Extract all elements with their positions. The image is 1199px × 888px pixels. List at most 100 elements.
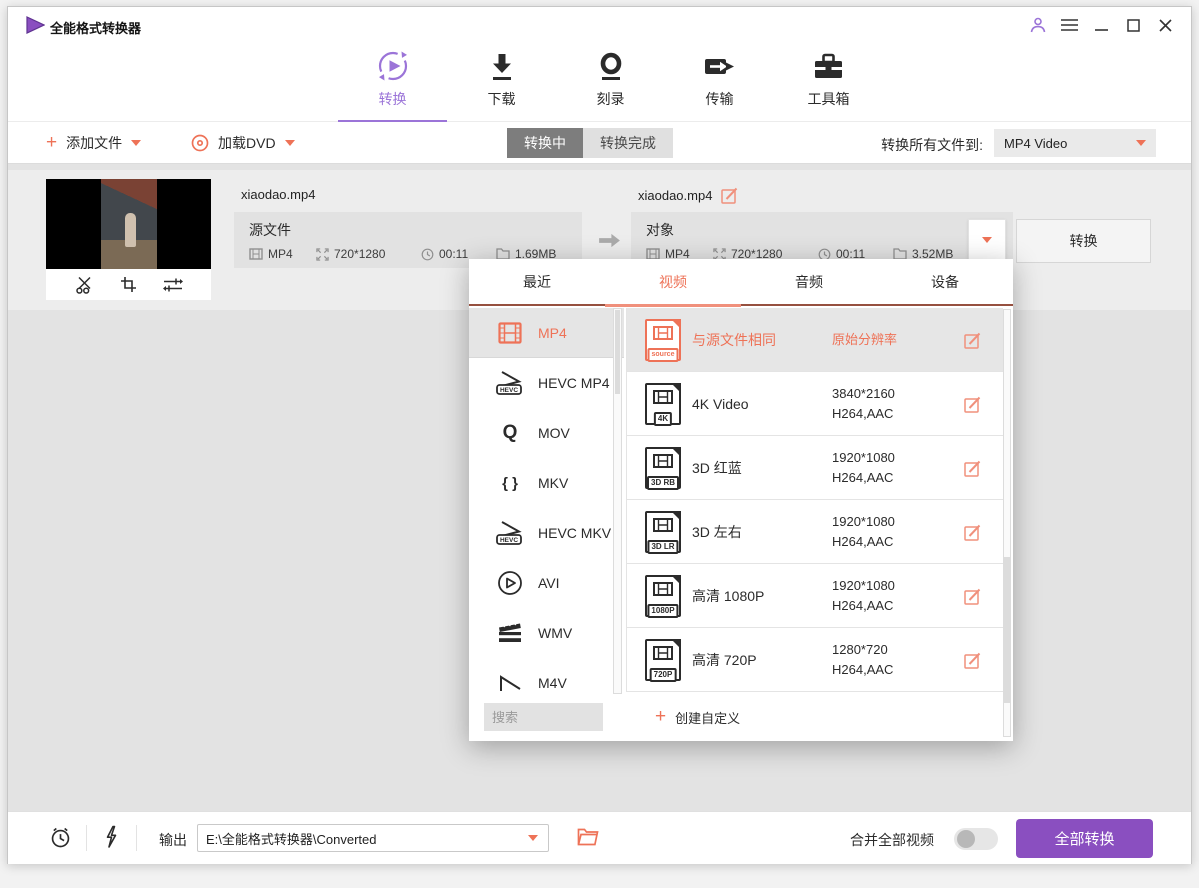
plus-icon: +	[46, 136, 57, 150]
tab-toolbox[interactable]: 工具箱	[774, 43, 883, 121]
preset-list-scrollbar[interactable]	[1003, 309, 1011, 737]
preset-file-icon: 720P	[645, 639, 681, 681]
tab-download[interactable]: 下载	[447, 43, 556, 121]
add-file-button[interactable]: + 添加文件	[46, 122, 141, 163]
caret-down-icon	[131, 140, 141, 146]
preset-name: 高清 720P	[692, 650, 827, 670]
tab-transfer[interactable]: 传输	[665, 43, 774, 121]
maximize-icon[interactable]	[1122, 14, 1145, 36]
edit-preset-icon[interactable]	[964, 588, 981, 605]
m4v-icon	[495, 675, 525, 691]
tab-converting[interactable]: 转换中	[507, 128, 583, 158]
account-icon[interactable]	[1026, 14, 1049, 36]
preset-name: 3D 左右	[692, 522, 827, 542]
format-list-scrollbar[interactable]	[613, 308, 622, 694]
format-item-mp4[interactable]: MP4	[469, 308, 624, 358]
search-input[interactable]	[484, 703, 603, 731]
preset-hd-1080p[interactable]: 1080P 高清 1080P 1920*1080 H264,AAC	[627, 564, 1003, 628]
preset-file-icon: 3D RB	[645, 447, 681, 489]
preset-codec: H264,AAC	[832, 404, 895, 424]
popup-tab-recent[interactable]: 最近	[469, 259, 605, 304]
preset-resolution: 3840*2160	[832, 384, 895, 404]
close-icon[interactable]	[1154, 14, 1177, 36]
format-item-hevc-mkv[interactable]: HEVC HEVC MKV	[469, 508, 624, 558]
preset-same-as-source[interactable]: source 与源文件相同 原始分辨率	[627, 308, 1003, 372]
merge-videos-label: 合并全部视频	[850, 830, 934, 850]
tab-burn[interactable]: 刻录	[556, 43, 665, 121]
nav-label: 下载	[488, 89, 516, 109]
caret-down-icon	[1136, 140, 1146, 146]
bottom-bar: 输出 E:\全能格式转换器\Converted 合并全部视频 全部转换	[8, 811, 1191, 864]
rename-edit-icon[interactable]	[721, 187, 738, 204]
convert-nav-icon	[377, 50, 409, 82]
format-label: AVI	[538, 575, 560, 591]
preset-name: 高清 1080P	[692, 586, 827, 606]
dvd-icon	[191, 134, 209, 152]
tab-convert[interactable]: 转换	[338, 43, 447, 121]
trim-scissors-icon[interactable]	[75, 276, 94, 294]
edit-preset-icon[interactable]	[964, 524, 981, 541]
format-item-hevc-mp4[interactable]: HEVC HEVC MP4	[469, 358, 624, 408]
menu-icon[interactable]	[1058, 14, 1081, 36]
format-item-m4v[interactable]: M4V	[469, 658, 624, 694]
preset-codec: H264,AAC	[832, 532, 895, 552]
hevc-mkv-icon: HEVC	[495, 520, 525, 546]
format-label: HEVC MP4	[538, 375, 610, 391]
load-dvd-label: 加载DVD	[218, 133, 276, 153]
preset-file-icon: 1080P	[645, 575, 681, 617]
format-popup: 最近 视频 音频 设备 MP4 HEVC HEVC MP4 Q MOV	[469, 259, 1013, 741]
format-item-mov[interactable]: Q MOV	[469, 408, 624, 458]
preset-4k-video[interactable]: 4K 4K Video 3840*2160 H264,AAC	[627, 372, 1003, 436]
popup-tab-audio[interactable]: 音频	[741, 259, 877, 304]
preset-resolution: 原始分辨率	[832, 330, 897, 350]
output-path-select[interactable]: E:\全能格式转换器\Converted	[197, 824, 549, 852]
plus-icon: +	[655, 710, 666, 724]
target-format-dropdown-button[interactable]	[968, 219, 1006, 260]
format-label: MKV	[538, 475, 568, 491]
crop-icon[interactable]	[120, 276, 137, 293]
load-dvd-button[interactable]: 加载DVD	[191, 122, 295, 163]
convert-all-button[interactable]: 全部转换	[1016, 819, 1153, 858]
preset-3d-red-blue[interactable]: 3D RB 3D 红蓝 1920*1080 H264,AAC	[627, 436, 1003, 500]
high-speed-lightning-icon[interactable]	[104, 825, 119, 849]
merge-toggle[interactable]	[954, 828, 998, 850]
svg-text:HEVC: HEVC	[500, 537, 518, 544]
nav-label: 工具箱	[808, 89, 850, 109]
caret-down-icon	[982, 237, 992, 243]
create-custom-label: 创建自定义	[675, 708, 740, 727]
output-label: 输出	[159, 830, 187, 850]
source-filename: xiaodao.mp4	[241, 187, 315, 202]
create-custom-button[interactable]: + 创建自定义	[655, 708, 740, 727]
popup-tab-device[interactable]: 设备	[877, 259, 1013, 304]
preset-file-icon: 4K	[645, 383, 681, 425]
popup-tab-video[interactable]: 视频	[605, 259, 741, 304]
source-format: MP4	[268, 247, 293, 261]
edit-preset-icon[interactable]	[964, 652, 981, 669]
edit-preset-icon[interactable]	[964, 332, 981, 349]
preset-resolution: 1280*720	[832, 640, 893, 660]
convert-button[interactable]: 转换	[1016, 219, 1151, 263]
format-item-avi[interactable]: AVI	[469, 558, 624, 608]
nav-label: 刻录	[597, 89, 625, 109]
preset-hd-720p[interactable]: 720P 高清 720P 1280*720 H264,AAC	[627, 628, 1003, 692]
tab-converted[interactable]: 转换完成	[583, 128, 673, 158]
edit-preset-icon[interactable]	[964, 396, 981, 413]
burn-nav-icon	[598, 50, 624, 82]
toolbar: + 添加文件 加载DVD 转换中 转换完成 转换所有文件到: MP4 Video	[8, 122, 1191, 164]
open-folder-icon[interactable]	[577, 828, 599, 846]
avi-icon	[495, 570, 525, 596]
format-label: MP4	[538, 325, 567, 341]
add-file-label: 添加文件	[66, 133, 122, 153]
schedule-alarm-icon[interactable]	[49, 826, 72, 849]
format-item-wmv[interactable]: WMV	[469, 608, 624, 658]
adjust-icon[interactable]	[163, 277, 183, 293]
edit-preset-icon[interactable]	[964, 460, 981, 477]
preset-name: 3D 红蓝	[692, 458, 827, 478]
format-item-mkv[interactable]: { } MKV	[469, 458, 624, 508]
target-format-value: MP4 Video	[1004, 136, 1067, 151]
mov-icon: Q	[495, 422, 525, 444]
minimize-icon[interactable]	[1090, 14, 1113, 36]
target-format-select[interactable]: MP4 Video	[994, 129, 1156, 157]
preset-3d-left-right[interactable]: 3D LR 3D 左右 1920*1080 H264,AAC	[627, 500, 1003, 564]
preset-codec: H264,AAC	[832, 468, 895, 488]
